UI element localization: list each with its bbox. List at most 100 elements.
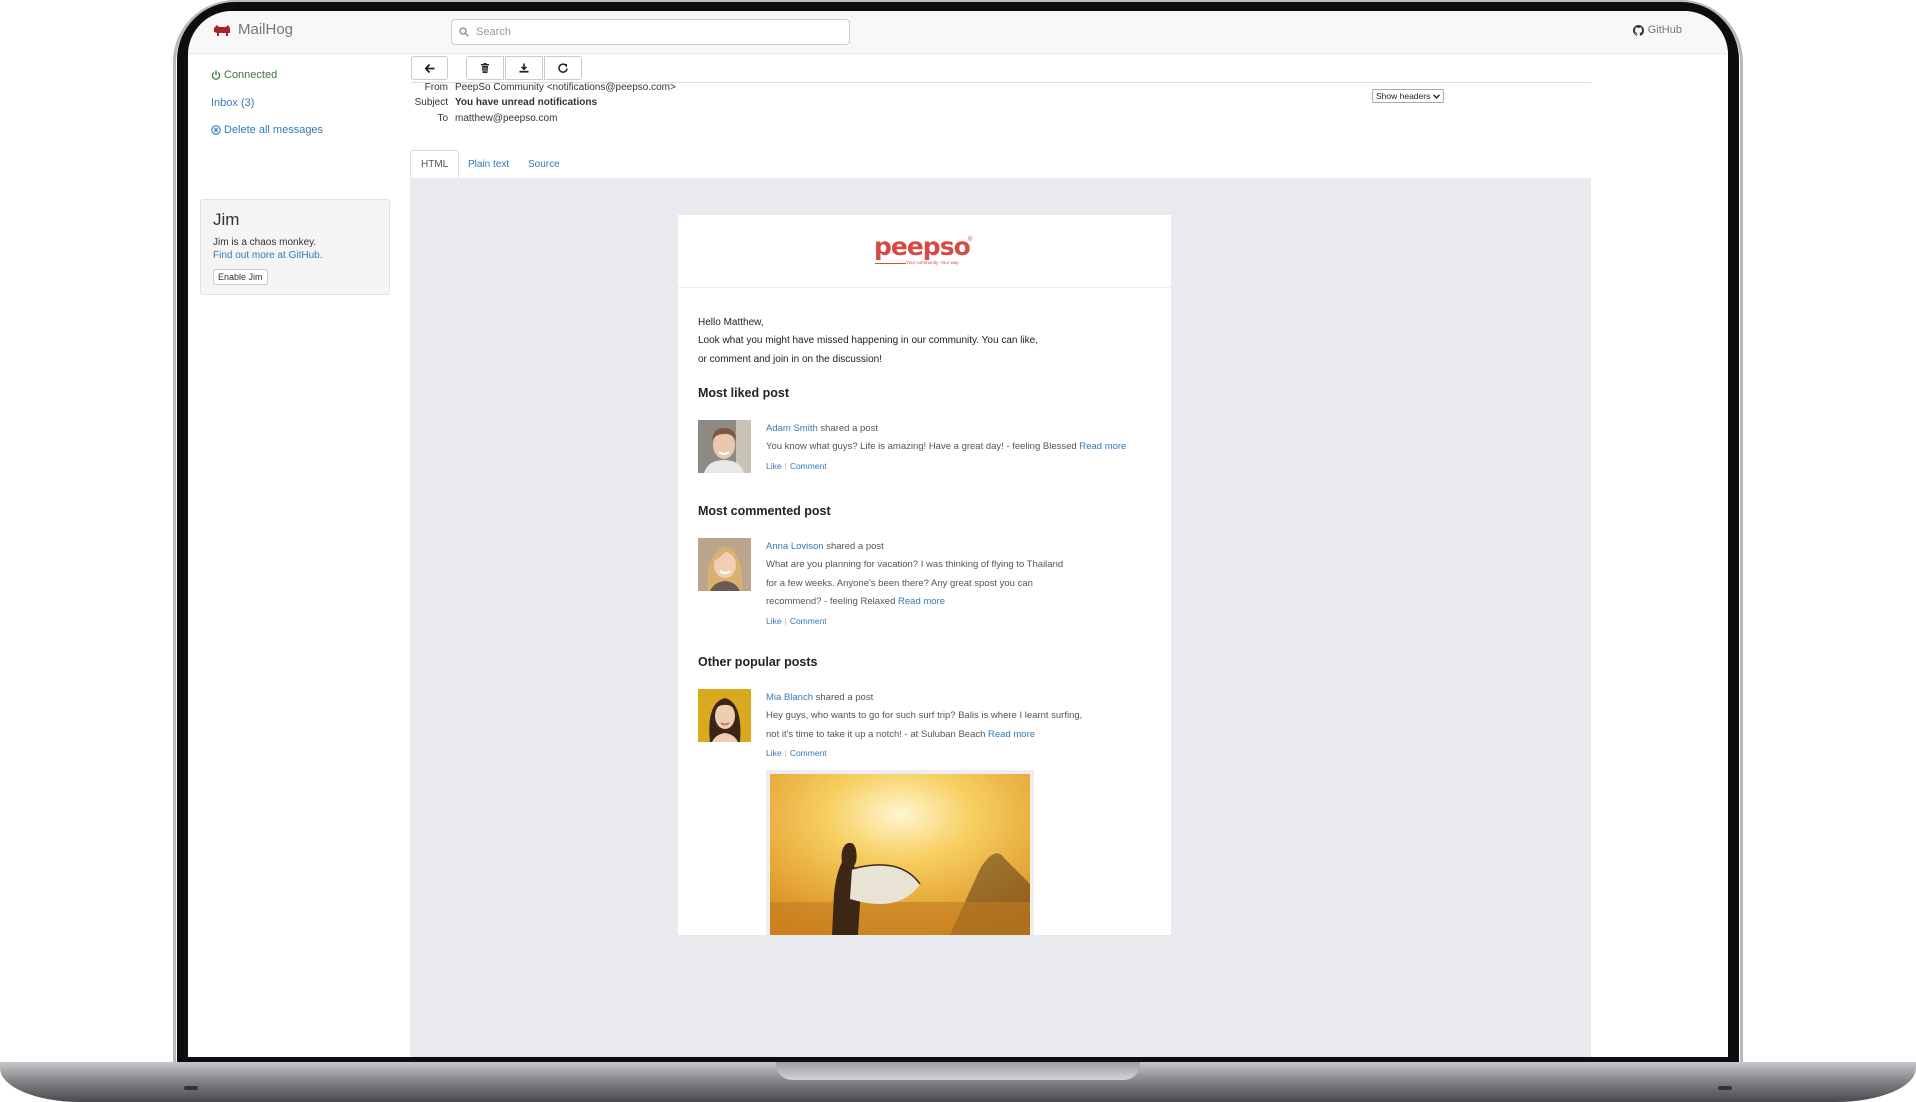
jim-title: Jim (213, 210, 240, 229)
email-body: peepso ® Your community. Your way. Hello… (678, 215, 1171, 935)
pig-logo-icon (214, 24, 230, 36)
avatar[interactable] (698, 420, 751, 473)
post-header: Anna Lovison shared a post (766, 541, 884, 552)
laptop-foot (1718, 1086, 1732, 1090)
post-text: You know what guys? Life is amazing! Hav… (766, 441, 1077, 452)
post-author[interactable]: Mia Blanch (766, 692, 813, 703)
brand-name: MailHog (238, 21, 294, 38)
download-icon (519, 63, 529, 73)
greeting: Hello Matthew, (698, 317, 764, 328)
read-more-link[interactable]: Read more (1079, 441, 1126, 452)
post-shared-label: shared a post (820, 423, 878, 434)
logo-tagline: Your community. Your way. (906, 260, 960, 265)
show-headers-label: Show headers (1376, 91, 1431, 101)
subject-value: You have unread notifications (455, 97, 598, 108)
like-link[interactable]: Like (766, 748, 782, 758)
github-link[interactable]: GitHub (1632, 24, 1682, 36)
power-icon (211, 70, 221, 80)
post-shared-label: shared a post (826, 541, 884, 552)
show-headers-select[interactable]: Show headers (1372, 89, 1445, 103)
post-actions: Like | Comment (766, 461, 827, 471)
jim-panel: Jim Jim is a chaos monkey. Find out more… (200, 199, 390, 295)
post-text: recommend? - feeling Relaxed (766, 596, 896, 607)
github-label: GitHub (1647, 24, 1682, 36)
chevron-down-icon (1433, 93, 1441, 99)
release-button[interactable] (544, 56, 582, 80)
tab-html[interactable]: HTML (410, 150, 460, 178)
github-icon (1632, 24, 1644, 36)
connection-label: Connected (224, 69, 278, 81)
search-box[interactable] (451, 19, 850, 45)
surfer-photo[interactable] (770, 774, 1030, 935)
laptop-foot (184, 1086, 198, 1090)
search-icon (459, 27, 469, 37)
inbox-label: Inbox (3) (211, 97, 255, 109)
post-text-line: What are you planning for vacation? I wa… (766, 559, 1063, 570)
comment-link[interactable]: Comment (790, 616, 827, 626)
post-shared-label: shared a post (815, 692, 874, 703)
post-text-line: not it's time to take it up a notch! - a… (766, 729, 1035, 740)
like-link[interactable]: Like (766, 461, 782, 471)
from-value: PeepSo Community <notifications@peepso.c… (455, 82, 676, 93)
subject-label: Subject (414, 97, 448, 108)
delete-button[interactable] (466, 56, 504, 80)
delete-all-label: Delete all messages (224, 124, 324, 136)
post-text: What are you planning for vacation? I wa… (766, 559, 1064, 570)
post-text: Hey guys, who wants to go for such surf … (766, 710, 1083, 721)
back-button[interactable] (411, 56, 448, 80)
jim-description: Jim is a chaos monkey. (213, 237, 317, 248)
email-preview: peepso ® Your community. Your way. Hello… (410, 178, 1591, 1057)
comment-link[interactable]: Comment (790, 461, 827, 471)
view-tabs: HTML Plain text Source (410, 150, 1591, 179)
header-subject: Subject You have unread notifications (388, 97, 597, 108)
section-title: Most commented post (698, 504, 831, 518)
trash-icon (481, 63, 489, 73)
delete-all-link[interactable]: Delete all messages (211, 124, 323, 136)
laptop-notch (776, 1062, 1140, 1080)
to-label: To (437, 113, 448, 124)
post-photo-frame (766, 770, 1034, 935)
read-more-link[interactable]: Read more (988, 729, 1035, 740)
logo-underline (875, 263, 906, 264)
post-header: Adam Smith shared a post (766, 423, 878, 434)
post-author[interactable]: Anna Lovison (766, 541, 824, 552)
post-author[interactable]: Adam Smith (766, 423, 818, 434)
tab-source[interactable]: Source (528, 150, 560, 178)
post-text: for a few weeks. Anyone's been there? An… (766, 578, 1033, 589)
logo-registered-mark: ® (968, 237, 973, 243)
post-text-line: Hey guys, who wants to go for such surf … (766, 710, 1082, 721)
post-text-line: for a few weeks. Anyone's been there? An… (766, 578, 1033, 589)
from-label: From (424, 82, 448, 93)
post-text: not it's time to take it up a notch! - a… (766, 729, 986, 740)
like-link[interactable]: Like (766, 616, 782, 626)
intro-line-1: Look what you might have missed happenin… (698, 335, 1039, 346)
post-actions: Like | Comment (766, 748, 827, 758)
peepso-logo[interactable]: peepso (874, 232, 971, 261)
email-logo-area: peepso ® Your community. Your way. (678, 215, 1171, 288)
post-header: Mia Blanch shared a post (766, 692, 873, 703)
avatar[interactable] (698, 538, 751, 591)
post-text-line: You know what guys? Life is amazing! Hav… (766, 441, 1126, 452)
tab-plain-text[interactable]: Plain text (468, 150, 509, 178)
header-from: From PeepSo Community <notifications@pee… (388, 82, 676, 93)
download-button[interactable] (505, 56, 543, 80)
to-value: matthew@peepso.com (455, 113, 558, 124)
intro-line-2: or comment and join in on the discussion… (698, 354, 882, 365)
comment-link[interactable]: Comment (790, 748, 827, 758)
release-icon (558, 63, 568, 73)
back-icon (424, 63, 434, 73)
read-more-link[interactable]: Read more (898, 596, 945, 607)
inbox-link[interactable]: Inbox (3) (211, 97, 254, 109)
search-input[interactable] (474, 25, 838, 39)
header-to: To matthew@peepso.com (388, 113, 557, 124)
remove-circle-icon (211, 125, 221, 135)
enable-jim-button[interactable]: Enable Jim (213, 269, 268, 285)
section-title: Other popular posts (698, 655, 818, 669)
section-title: Most liked post (698, 386, 789, 400)
post-text-line: recommend? - feeling Relaxed Read more (766, 596, 945, 607)
jim-github-link[interactable]: Find out more at GitHub. (213, 249, 377, 262)
brand[interactable]: MailHog (212, 21, 293, 38)
avatar[interactable] (698, 689, 751, 742)
top-navbar: MailHog GitHub (188, 11, 1728, 54)
screen: MailHog GitHub Connected Inbox (3) (188, 11, 1728, 1057)
